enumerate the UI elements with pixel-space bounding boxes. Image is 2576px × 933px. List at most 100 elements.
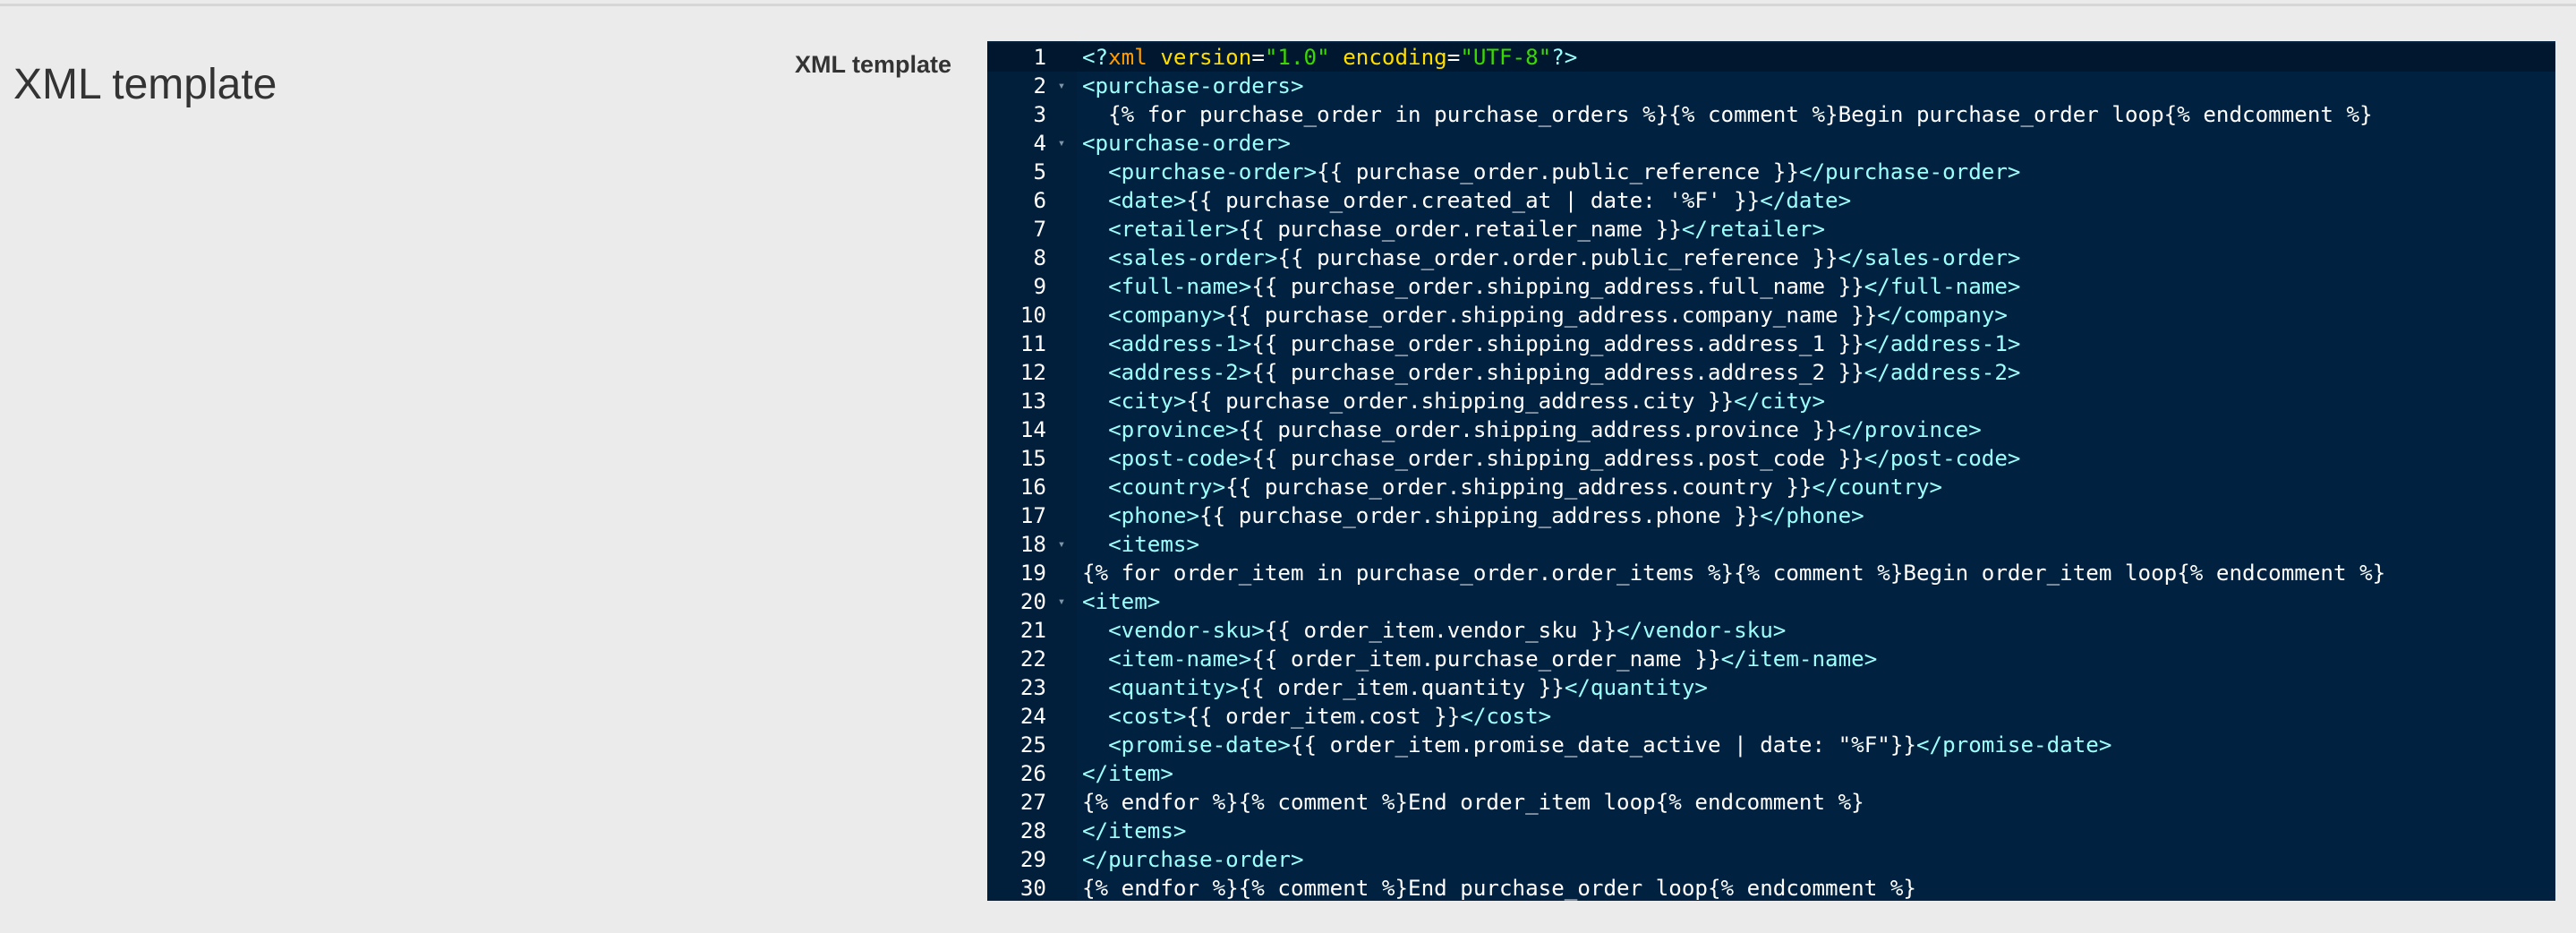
fold-toggle-icon[interactable]: ▾ — [1055, 587, 1068, 616]
code-line[interactable]: 17 <phone>{{ purchase_order.shipping_add… — [987, 501, 2555, 530]
code-line[interactable]: 15 <post-code>{{ purchase_order.shipping… — [987, 444, 2555, 473]
code-line[interactable]: 25 <promise-date>{{ order_item.promise_d… — [987, 731, 2555, 759]
code-text: <item> — [1082, 587, 1160, 616]
code-line[interactable]: 8 <sales-order>{{ purchase_order.order.p… — [987, 244, 2555, 272]
code-token-tag: </retailer> — [1681, 217, 1826, 242]
line-number: 25 — [1019, 732, 1046, 758]
code-token-tag: </province> — [1838, 417, 1982, 442]
line-number: 19 — [1019, 561, 1046, 586]
code-text: <company>{{ purchase_order.shipping_addr… — [1082, 301, 2008, 330]
code-line[interactable]: 22 <item-name>{{ order_item.purchase_ord… — [987, 645, 2555, 673]
code-line[interactable]: 27 {% endfor %}{% comment %}End order_ite… — [987, 788, 2555, 817]
code-token-tag: </purchase-order> — [1082, 847, 1304, 872]
code-token-tag: <? — [1082, 45, 1109, 70]
code-line[interactable]: 7 <retailer>{{ purchase_order.retailer_n… — [987, 215, 2555, 244]
code-token-tag: <date> — [1108, 188, 1187, 213]
code-token-tag: <address-2> — [1108, 360, 1252, 385]
line-number: 14 — [1019, 417, 1046, 442]
code-line[interactable]: 11 <address-1>{{ purchase_order.shipping… — [987, 330, 2555, 358]
line-number: 12 — [1019, 360, 1046, 385]
code-line[interactable]: 2 ▾ <purchase-orders> — [987, 72, 2555, 100]
code-line[interactable]: 18 ▾ <items> — [987, 530, 2555, 559]
code-line[interactable]: 10 <company>{{ purchase_order.shipping_a… — [987, 301, 2555, 330]
code-token-txt: {{ purchase_order.created_at | date: '%F… — [1186, 188, 1761, 213]
code-line[interactable]: 28 </items> — [987, 817, 2555, 845]
line-number: 27 — [1019, 790, 1046, 815]
code-line[interactable]: 13 <city>{{ purchase_order.shipping_addr… — [987, 387, 2555, 415]
code-token-tag: <company> — [1108, 303, 1226, 328]
code-token-tag: <retailer> — [1108, 217, 1239, 242]
code-line[interactable]: 14 <province>{{ purchase_order.shipping_… — [987, 415, 2555, 444]
line-number: 5 — [1033, 159, 1046, 184]
code-token-attr: version — [1160, 45, 1252, 70]
code-line[interactable]: 12 <address-2>{{ purchase_order.shipping… — [987, 358, 2555, 387]
code-text: <promise-date>{{ order_item.promise_date… — [1082, 731, 2111, 759]
code-text: <address-2>{{ purchase_order.shipping_ad… — [1082, 358, 2020, 387]
code-line[interactable]: 1 <?xml version="1.0" encoding="UTF-8"?> — [987, 43, 2555, 72]
code-line[interactable]: 4 ▾ <purchase-order> — [987, 129, 2555, 158]
code-line[interactable]: 23 <quantity>{{ order_item.quantity }}</… — [987, 673, 2555, 702]
code-text: <post-code>{{ purchase_order.shipping_ad… — [1082, 444, 2020, 473]
code-token-tag: <vendor-sku> — [1108, 618, 1265, 643]
code-line[interactable]: 9 <full-name>{{ purchase_order.shipping_… — [987, 272, 2555, 301]
code-token-tag: <purchase-order> — [1108, 159, 1318, 184]
code-token-txt: {{ order_item.purchase_order_name }} — [1251, 646, 1721, 672]
line-number: 22 — [1019, 646, 1046, 672]
code-text: <?xml version="1.0" encoding="UTF-8"?> — [1082, 43, 1577, 72]
code-text: {% endfor %}{% comment %}End order_item … — [1082, 788, 1864, 817]
line-number: 16 — [1019, 475, 1046, 500]
line-number: 17 — [1019, 503, 1046, 528]
xml-template-editor[interactable]: 1 <?xml version="1.0" encoding="UTF-8"?> 2… — [987, 41, 2555, 901]
code-token-txt: {{ purchase_order.shipping_address.addre… — [1251, 360, 1864, 385]
code-token-tag: <sales-order> — [1108, 245, 1278, 270]
code-token-attr: encoding — [1343, 45, 1447, 70]
code-text: </item> — [1082, 759, 1173, 788]
line-number: 2 — [1033, 73, 1046, 98]
code-line[interactable]: 29 </purchase-order> — [987, 845, 2555, 874]
code-text: <phone>{{ purchase_order.shipping_addres… — [1082, 501, 1864, 530]
top-divider — [0, 0, 2576, 6]
code-token-val: "UTF-8" — [1460, 45, 1552, 70]
code-token-tag: <post-code> — [1108, 446, 1252, 471]
code-line[interactable]: 20 ▾ <item> — [987, 587, 2555, 616]
code-text: <purchase-orders> — [1082, 72, 1304, 100]
code-token-txt: {{ purchase_order.shipping_address.provi… — [1238, 417, 1838, 442]
code-line[interactable]: 5 <purchase-order>{{ purchase_order.publ… — [987, 158, 2555, 186]
code-token-tag: </date> — [1760, 188, 1852, 213]
code-token-txt: {{ purchase_order.order.public_reference… — [1277, 245, 1838, 270]
code-line[interactable]: 19 {% for order_item in purchase_order.or… — [987, 559, 2555, 587]
line-number: 8 — [1033, 245, 1046, 270]
code-text: <sales-order>{{ purchase_order.order.pub… — [1082, 244, 2020, 272]
line-number: 6 — [1033, 188, 1046, 213]
code-line[interactable]: 16 <country>{{ purchase_order.shipping_a… — [987, 473, 2555, 501]
code-line[interactable]: 6 <date>{{ purchase_order.created_at | d… — [987, 186, 2555, 215]
fold-toggle-icon[interactable]: ▾ — [1055, 530, 1068, 559]
fold-toggle-icon[interactable]: ▾ — [1055, 72, 1068, 100]
line-number: 7 — [1033, 217, 1046, 242]
code-token-txt: {{ order_item.vendor_sku }} — [1264, 618, 1617, 643]
code-line[interactable]: 30 {% endfor %}{% comment %}End purchase_… — [987, 874, 2555, 901]
fold-toggle-icon[interactable]: ▾ — [1055, 129, 1068, 158]
code-token-txt: {{ purchase_order.shipping_address.count… — [1225, 475, 1813, 500]
code-line[interactable]: 3 {% for purchase_order in purchase_orde… — [987, 100, 2555, 129]
code-lines[interactable]: 1 <?xml version="1.0" encoding="UTF-8"?> 2… — [987, 43, 2555, 901]
code-text: {% for order_item in purchase_order.orde… — [1082, 559, 2385, 587]
code-token-txt: {{ purchase_order.shipping_address.compa… — [1225, 303, 1878, 328]
code-line[interactable]: 21 <vendor-sku>{{ order_item.vendor_sku … — [987, 616, 2555, 645]
code-token-tag: <full-name> — [1108, 274, 1252, 299]
code-token-tag: </city> — [1734, 389, 1826, 414]
code-line[interactable]: 24 <cost>{{ order_item.cost }}</cost> — [987, 702, 2555, 731]
code-token-txt: {{ order_item.quantity }} — [1238, 675, 1565, 700]
code-line[interactable]: 26 </item> — [987, 759, 2555, 788]
code-text: </purchase-order> — [1082, 845, 1304, 874]
line-number: 28 — [1019, 818, 1046, 843]
